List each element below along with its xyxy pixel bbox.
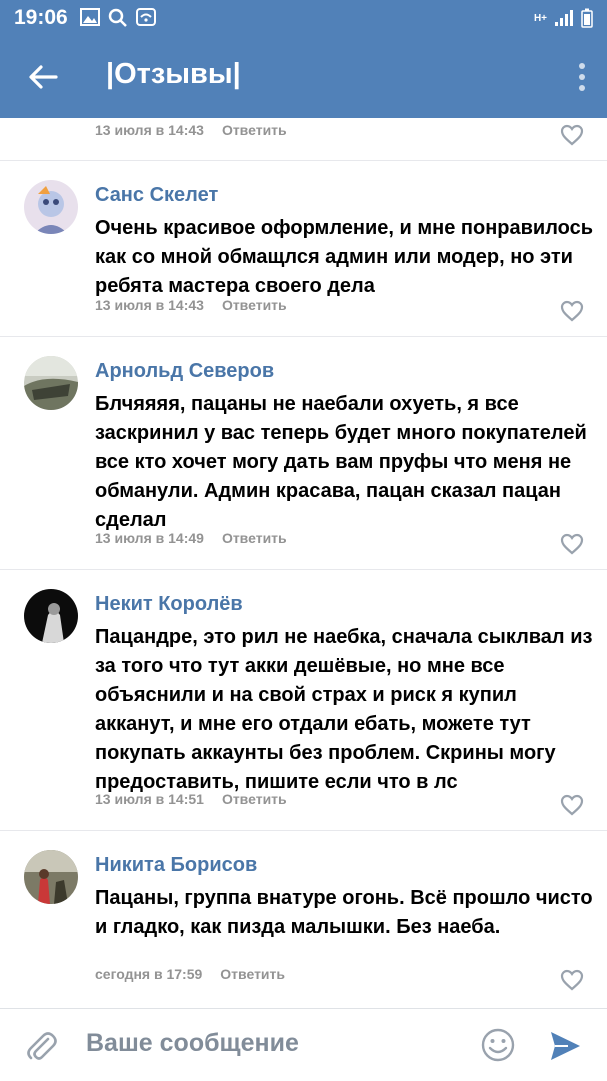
- avatar[interactable]: [24, 589, 78, 643]
- avatar[interactable]: [24, 850, 78, 904]
- comment-text: Очень красивое оформление, и мне понрави…: [95, 217, 594, 297]
- heart-icon[interactable]: [560, 794, 584, 816]
- comment-date: 13 июля в 14:49: [95, 530, 204, 546]
- network-type: H+: [533, 12, 547, 24]
- heart-icon[interactable]: [560, 124, 584, 146]
- status-left-icons: [80, 8, 156, 28]
- status-right-icons: H+: [534, 8, 593, 28]
- status-time: 19:06: [14, 6, 68, 29]
- reply-button[interactable]: Ответить: [222, 122, 287, 138]
- comment-author[interactable]: Арнольд Северов: [95, 360, 274, 383]
- comment-date: 13 июля в 14:51: [95, 791, 204, 807]
- avatar-image: [24, 589, 78, 643]
- battery-icon: [581, 8, 593, 28]
- message-composer: Ваше сообщение: [0, 1008, 607, 1081]
- avatar-image: [24, 356, 78, 410]
- reply-button[interactable]: Ответить: [222, 297, 287, 313]
- app-bar: |Отзывы|: [0, 36, 607, 118]
- signal-icon: [555, 10, 573, 26]
- divider: [0, 830, 607, 831]
- page-title: |Отзывы|: [106, 58, 241, 90]
- avatar-image: [24, 850, 78, 904]
- more-vertical-icon[interactable]: [575, 62, 589, 92]
- back-arrow-icon[interactable]: [26, 60, 60, 94]
- comment-date: 13 июля в 14:43: [95, 297, 204, 313]
- comment-author[interactable]: Никита Борисов: [95, 854, 257, 877]
- avatar-image: [24, 180, 78, 234]
- comment-meta: 13 июля в 14:51 Ответить: [95, 791, 287, 807]
- reply-button[interactable]: Ответить: [220, 966, 285, 982]
- comment-meta: 13 июля в 14:49 Ответить: [95, 530, 287, 546]
- gallery-icon: [80, 8, 100, 26]
- reply-button[interactable]: Ответить: [222, 791, 287, 807]
- avatar[interactable]: [24, 180, 78, 234]
- comment-text: Пацандре, это рил не наебка, сначала сык…: [95, 626, 593, 793]
- comment-meta: сегодня в 17:59 Ответить: [95, 966, 285, 982]
- heart-icon[interactable]: [560, 533, 584, 555]
- comments-feed[interactable]: 13 июля в 14:43 Ответить Санс Скелет Оче…: [0, 118, 607, 1008]
- comment-date: сегодня в 17:59: [95, 966, 203, 982]
- divider: [0, 160, 607, 161]
- message-input[interactable]: Ваше сообщение: [86, 1029, 299, 1058]
- reply-button[interactable]: Ответить: [222, 530, 287, 546]
- comment-author[interactable]: Некит Королёв: [95, 593, 243, 616]
- comment-date: 13 июля в 14:43: [95, 122, 204, 138]
- comment-text: Пацаны, группа внатуре огонь. Всё прошло…: [95, 887, 593, 938]
- comment-meta: 13 июля в 14:43 Ответить: [95, 297, 287, 313]
- comment-meta: 13 июля в 14:43 Ответить: [95, 122, 287, 138]
- divider: [0, 336, 607, 337]
- heart-icon[interactable]: [560, 969, 584, 991]
- comment-text: Блчяяяя, пацаны не наебали охуеть, я все…: [95, 393, 587, 531]
- wifi-settings-icon: [136, 8, 156, 26]
- status-bar: 19:06 H+: [0, 0, 607, 36]
- comment-author[interactable]: Санс Скелет: [95, 184, 218, 207]
- avatar[interactable]: [24, 356, 78, 410]
- search-icon: [108, 8, 127, 27]
- divider: [0, 569, 607, 570]
- heart-icon[interactable]: [560, 300, 584, 322]
- emoji-icon[interactable]: [480, 1027, 516, 1063]
- send-icon[interactable]: [548, 1029, 582, 1063]
- attach-icon[interactable]: [24, 1029, 58, 1063]
